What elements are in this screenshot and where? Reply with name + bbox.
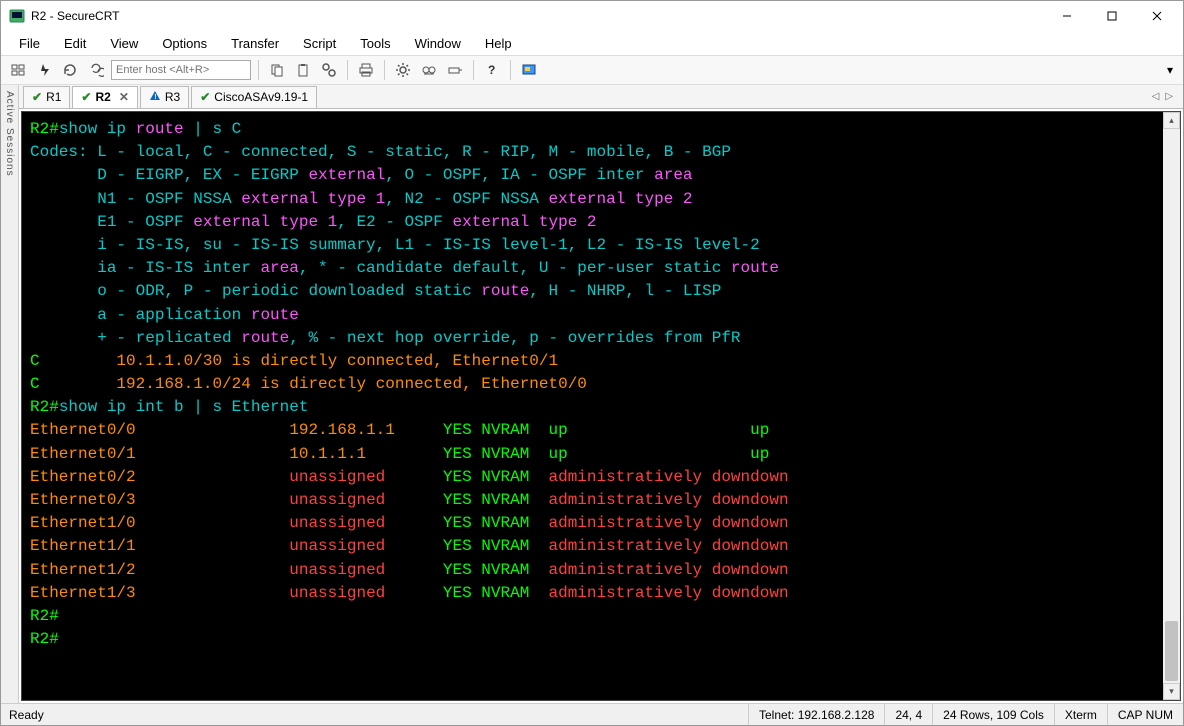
menu-edit[interactable]: Edit bbox=[54, 34, 96, 53]
status-term: Xterm bbox=[1054, 704, 1107, 725]
tab-nav: ◁ ▷ bbox=[1152, 91, 1179, 102]
scrollbar[interactable]: ▴ ▾ bbox=[1163, 112, 1180, 700]
toolbar-dropdown-icon[interactable]: ▾ bbox=[1163, 59, 1177, 81]
tab-r2[interactable]: ✔ R2 ✕ bbox=[72, 86, 137, 108]
tab-r3[interactable]: ! R3 bbox=[140, 86, 189, 108]
terminal-wrap: R2#show ip route | s C Codes: L - local,… bbox=[21, 111, 1181, 701]
status-caps: CAP NUM bbox=[1107, 704, 1183, 725]
separator bbox=[473, 60, 474, 80]
quick-connect-icon[interactable] bbox=[33, 59, 55, 81]
sessions-sidebar-tab[interactable]: Active Sessions bbox=[1, 85, 19, 703]
menu-transfer[interactable]: Transfer bbox=[221, 34, 289, 53]
status-connection: Telnet: 192.168.2.128 bbox=[748, 704, 884, 725]
tab-next-icon[interactable]: ▷ bbox=[1165, 91, 1173, 102]
copy-icon[interactable] bbox=[266, 59, 288, 81]
print-icon[interactable] bbox=[355, 59, 377, 81]
separator bbox=[384, 60, 385, 80]
svg-text:!: ! bbox=[154, 94, 156, 101]
sidebar-label: Active Sessions bbox=[4, 91, 15, 177]
menu-options[interactable]: Options bbox=[152, 34, 217, 53]
svg-text:?: ? bbox=[488, 63, 495, 77]
key-icon[interactable] bbox=[444, 59, 466, 81]
status-cursor: 24, 4 bbox=[884, 704, 932, 725]
warn-icon: ! bbox=[149, 90, 161, 105]
terminal[interactable]: R2#show ip route | s C Codes: L - local,… bbox=[22, 112, 1163, 700]
reconnect-icon[interactable] bbox=[59, 59, 81, 81]
status-size: 24 Rows, 109 Cols bbox=[932, 704, 1054, 725]
sessions-icon[interactable] bbox=[7, 59, 29, 81]
tape-icon[interactable] bbox=[418, 59, 440, 81]
help-icon[interactable]: ? bbox=[481, 59, 503, 81]
menu-tools[interactable]: Tools bbox=[350, 34, 400, 53]
tab-close-icon[interactable]: ✕ bbox=[119, 90, 129, 104]
check-icon: ✔ bbox=[32, 90, 42, 104]
scroll-thumb[interactable] bbox=[1165, 621, 1178, 681]
tab-label: R2 bbox=[95, 90, 110, 104]
menu-view[interactable]: View bbox=[100, 34, 148, 53]
separator bbox=[510, 60, 511, 80]
app-icon bbox=[9, 8, 25, 24]
menu-bar: File Edit View Options Transfer Script T… bbox=[1, 31, 1183, 55]
menu-script[interactable]: Script bbox=[293, 34, 346, 53]
status-bar: Ready Telnet: 192.168.2.128 24, 4 24 Row… bbox=[1, 703, 1183, 725]
separator bbox=[258, 60, 259, 80]
maximize-button[interactable] bbox=[1089, 1, 1134, 31]
reconnect-all-icon[interactable] bbox=[85, 59, 107, 81]
tab-asa[interactable]: ✔ CiscoASAv9.19-1 bbox=[191, 86, 317, 108]
close-button[interactable] bbox=[1134, 1, 1179, 31]
tab-label: R1 bbox=[46, 90, 61, 104]
settings-icon[interactable] bbox=[392, 59, 414, 81]
host-input[interactable] bbox=[111, 60, 251, 80]
scroll-up-icon[interactable]: ▴ bbox=[1163, 112, 1180, 129]
tab-strip: ✔ R1 ✔ R2 ✕ ! R3 ✔ CiscoASAv9.19-1 ◁ ▷ bbox=[19, 85, 1183, 109]
tab-label: CiscoASAv9.19-1 bbox=[214, 90, 308, 104]
status-ready: Ready bbox=[1, 708, 44, 722]
paste-icon[interactable] bbox=[292, 59, 314, 81]
menu-file[interactable]: File bbox=[9, 34, 50, 53]
window-title: R2 - SecureCRT bbox=[31, 9, 1044, 23]
screen-icon[interactable] bbox=[518, 59, 540, 81]
toolbar: ? ▾ bbox=[1, 55, 1183, 85]
tab-label: R3 bbox=[165, 90, 180, 104]
menu-help[interactable]: Help bbox=[475, 34, 522, 53]
title-bar: R2 - SecureCRT bbox=[1, 1, 1183, 31]
separator bbox=[347, 60, 348, 80]
menu-window[interactable]: Window bbox=[405, 34, 471, 53]
find-icon[interactable] bbox=[318, 59, 340, 81]
scroll-down-icon[interactable]: ▾ bbox=[1163, 683, 1180, 700]
tab-r1[interactable]: ✔ R1 bbox=[23, 86, 70, 108]
window-controls bbox=[1044, 1, 1179, 31]
check-icon: ✔ bbox=[81, 90, 91, 104]
scroll-track[interactable] bbox=[1163, 129, 1180, 683]
minimize-button[interactable] bbox=[1044, 1, 1089, 31]
main-area: Active Sessions ✔ R1 ✔ R2 ✕ ! R3 ✔ CiscoASAv9… bbox=[1, 85, 1183, 703]
tab-prev-icon[interactable]: ◁ bbox=[1152, 91, 1160, 102]
check-icon: ✔ bbox=[200, 90, 210, 104]
